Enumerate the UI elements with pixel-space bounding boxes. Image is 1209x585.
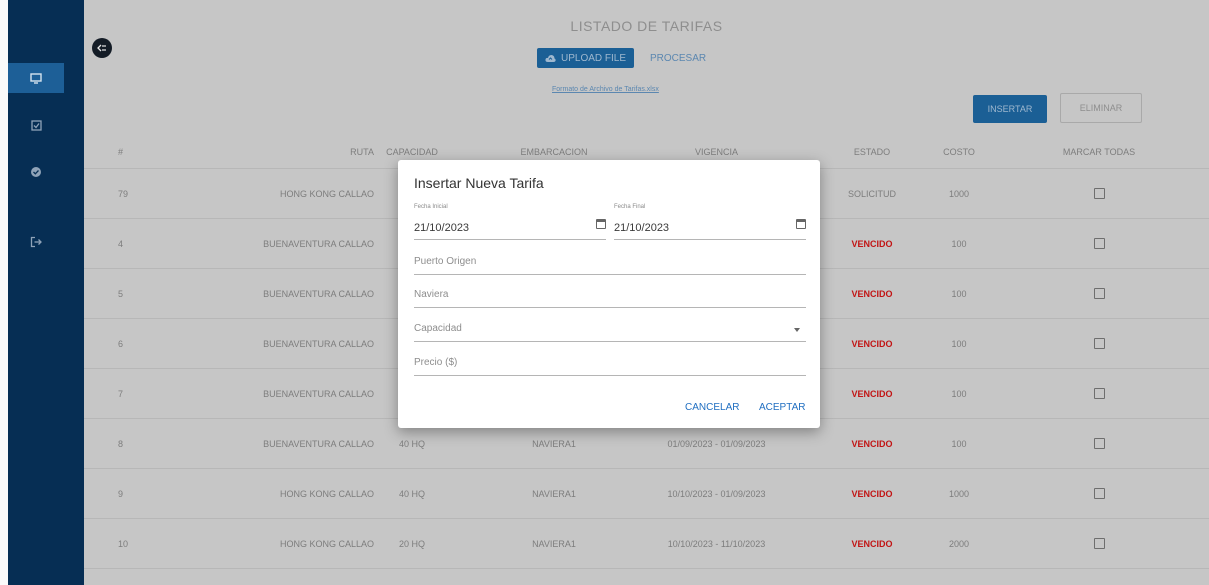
row-checkbox-cell	[1044, 219, 1154, 268]
procesar-link[interactable]: PROCESAR	[650, 53, 706, 64]
puerto-origen-input[interactable]: Puerto Origen	[414, 253, 806, 275]
column-header-ruta: RUTA	[350, 146, 374, 157]
row-costo: 100	[951, 288, 967, 299]
row-costo: 100	[951, 438, 967, 449]
row-checkbox[interactable]	[1093, 188, 1105, 199]
capacidad-select[interactable]: Capacidad	[414, 320, 806, 342]
row-capacidad: 20 HQ	[398, 538, 425, 549]
collapse-sidebar-icon[interactable]	[92, 38, 112, 58]
naviera-input[interactable]: Naviera	[414, 286, 806, 308]
calendar-icon[interactable]	[596, 219, 606, 229]
clipboard-check-icon[interactable]	[8, 113, 64, 137]
accept-button[interactable]: ACEPTAR	[759, 402, 806, 413]
row-id: 8	[118, 438, 124, 449]
precio-input[interactable]: Precio ($)	[414, 354, 806, 376]
row-embarcacion: NAVIERA1	[532, 488, 576, 499]
row-checkbox-cell	[1044, 269, 1154, 318]
row-ruta: BUENAVENTURA CALLAO	[263, 238, 374, 249]
row-costo: 100	[951, 388, 967, 399]
row-estado: VENCIDO	[851, 288, 893, 299]
start-date-label: Fecha Inicial	[414, 204, 448, 210]
calendar-icon[interactable]	[796, 219, 806, 229]
row-estado: VENCIDO	[851, 338, 893, 349]
row-id: 6	[118, 338, 124, 349]
column-header-estado: ESTADO	[853, 146, 891, 157]
start-date-value: 21/10/2023	[414, 222, 470, 234]
row-checkbox[interactable]	[1093, 238, 1105, 249]
sidebar	[8, 0, 84, 585]
upload-file-label: UPLOAD FILE	[561, 52, 627, 64]
insert-tariff-dialog: Insertar Nueva Tarifa Fecha Inicial 21/1…	[398, 160, 820, 428]
row-id: 10	[118, 538, 129, 549]
row-ruta: BUENAVENTURA CALLAO	[263, 338, 374, 349]
page-title: LISTADO DE TARIFAS	[570, 18, 723, 34]
row-checkbox-cell	[1044, 169, 1154, 218]
row-estado: VENCIDO	[851, 238, 893, 249]
check-circle-icon[interactable]	[8, 160, 64, 184]
mark-all-button[interactable]: MARCAR TODAS	[1044, 135, 1154, 168]
row-embarcacion: NAVIERA1	[532, 538, 576, 549]
row-capacidad: 40 HQ	[398, 488, 425, 499]
row-checkbox-cell	[1044, 419, 1154, 468]
row-id: 79	[118, 188, 129, 199]
row-ruta: HONG KONG CALLAO	[279, 188, 374, 199]
row-estado: VENCIDO	[851, 488, 893, 499]
row-costo: 1000	[948, 188, 970, 199]
precio-placeholder: Precio ($)	[414, 357, 458, 368]
row-ruta: HONG KONG CALLAO	[279, 538, 374, 549]
capacidad-placeholder: Capacidad	[414, 323, 462, 334]
row-checkbox-cell	[1044, 469, 1154, 518]
row-ruta: HONG KONG CALLAO	[279, 488, 374, 499]
table-row: 9 HONG KONG CALLAO 40 HQ NAVIERA1 10/10/2023…	[84, 469, 1209, 519]
row-costo: 1000	[948, 488, 970, 499]
row-checkbox[interactable]	[1093, 488, 1105, 499]
row-vigencia: 10/10/2023 - 11/10/2023	[667, 538, 766, 549]
row-ruta: BUENAVENTURA CALLAO	[263, 438, 374, 449]
cancel-button[interactable]: CANCELAR	[685, 402, 739, 413]
row-estado: VENCIDO	[851, 388, 893, 399]
row-checkbox[interactable]	[1093, 388, 1105, 399]
puerto-origen-placeholder: Puerto Origen	[414, 256, 477, 267]
logout-icon[interactable]	[8, 230, 64, 254]
start-date-field[interactable]: Fecha Inicial 21/10/2023	[414, 204, 606, 240]
row-id: 7	[118, 388, 124, 399]
row-costo: 100	[951, 338, 967, 349]
column-header-id: #	[118, 146, 124, 157]
row-estado: VENCIDO	[851, 438, 893, 449]
dialog-title: Insertar Nueva Tarifa	[414, 175, 544, 191]
format-file-link[interactable]: Formato de Archivo de Tarifas.xlsx	[552, 86, 659, 93]
row-costo: 100	[951, 238, 967, 249]
delete-button[interactable]: ELIMINAR	[1060, 93, 1142, 123]
cloud-upload-icon	[545, 54, 556, 62]
row-checkbox-cell	[1044, 519, 1154, 568]
row-id: 9	[118, 488, 124, 499]
table-row: 10 HONG KONG CALLAO 20 HQ NAVIERA1 10/10/202…	[84, 519, 1209, 569]
insert-button[interactable]: INSERTAR	[973, 95, 1047, 123]
row-checkbox-cell	[1044, 369, 1154, 418]
end-date-label: Fecha Final	[614, 204, 646, 210]
row-checkbox[interactable]	[1093, 538, 1105, 549]
row-id: 5	[118, 288, 124, 299]
row-checkbox[interactable]	[1093, 338, 1105, 349]
end-date-field[interactable]: Fecha Final 21/10/2023	[614, 204, 806, 240]
row-id: 4	[118, 238, 124, 249]
row-estado: VENCIDO	[851, 538, 893, 549]
row-checkbox-cell	[1044, 319, 1154, 368]
end-date-value: 21/10/2023	[614, 222, 670, 234]
row-estado: SOLICITUD	[847, 188, 896, 199]
row-checkbox[interactable]	[1093, 288, 1105, 299]
row-ruta: BUENAVENTURA CALLAO	[263, 388, 374, 399]
window-edge	[0, 0, 8, 585]
row-costo: 2000	[948, 538, 970, 549]
upload-file-button[interactable]: UPLOAD FILE	[537, 48, 635, 68]
monitor-icon[interactable]	[8, 63, 64, 93]
chevron-down-icon	[794, 328, 800, 332]
naviera-placeholder: Naviera	[414, 289, 449, 300]
column-header-costo: COSTO	[943, 146, 975, 157]
row-checkbox[interactable]	[1093, 438, 1105, 449]
row-ruta: BUENAVENTURA CALLAO	[263, 288, 374, 299]
row-vigencia: 10/10/2023 - 01/09/2023	[667, 488, 766, 499]
